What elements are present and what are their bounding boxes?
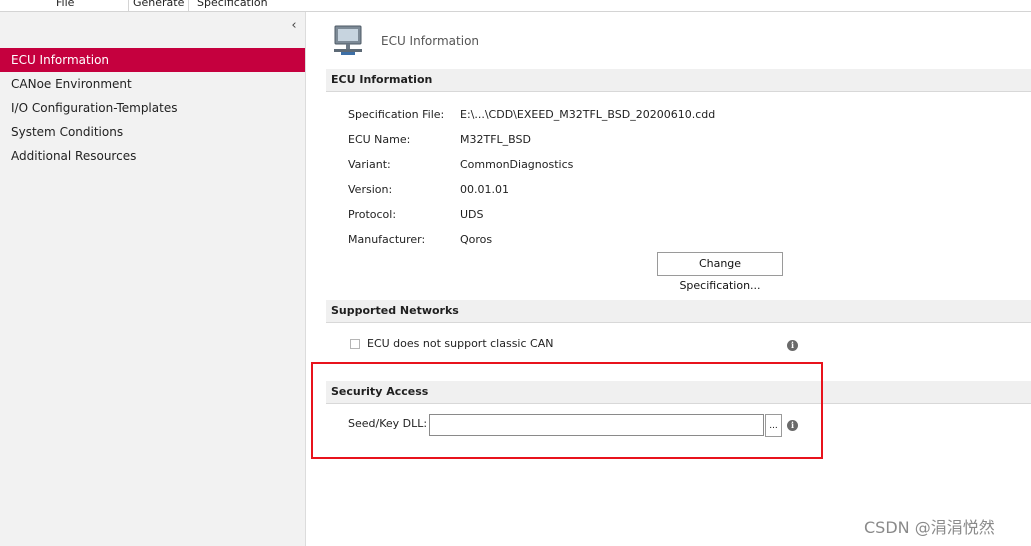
spec-file-label: Specification File:	[348, 108, 445, 121]
info-icon[interactable]: i	[787, 420, 798, 431]
sidebar-item-system-conditions[interactable]: System Conditions	[0, 120, 305, 144]
sidebar-item-additional-resources[interactable]: Additional Resources	[0, 144, 305, 168]
seed-key-dll-input[interactable]	[429, 414, 764, 436]
protocol-value: UDS	[460, 208, 484, 221]
info-icon[interactable]: i	[787, 340, 798, 351]
sidebar: ‹ ECU Information CANoe Environment I/O …	[0, 12, 306, 546]
protocol-label: Protocol:	[348, 208, 397, 221]
spec-file-value: E:\...\CDD\EXEED_M32TFL_BSD_20200610.cdd	[460, 108, 716, 121]
manufacturer-label: Manufacturer:	[348, 233, 426, 246]
tab-generate[interactable]: Generate	[128, 0, 190, 11]
tab-specification[interactable]: Specification	[193, 0, 272, 11]
browse-dll-button[interactable]: ...	[765, 414, 782, 437]
main-panel: ECU Information ECU Information Specific…	[306, 12, 1031, 546]
page-title: ECU Information	[381, 34, 480, 48]
manufacturer-value: Qoros	[460, 233, 493, 246]
seed-key-dll-label: Seed/Key DLL:	[348, 417, 428, 430]
ecu-name-value: M32TFL_BSD	[460, 133, 531, 146]
sidebar-item-io-configuration-templates[interactable]: I/O Configuration-Templates	[0, 96, 305, 120]
section-ecu-information: ECU Information	[326, 69, 1031, 92]
section-supported-networks: Supported Networks	[326, 300, 1031, 323]
section-security-access: Security Access	[326, 381, 1031, 404]
tab-file[interactable]: File	[52, 0, 78, 11]
sidebar-item-canoe-environment[interactable]: CANoe Environment	[0, 72, 305, 96]
variant-label: Variant:	[348, 158, 391, 171]
version-label: Version:	[348, 183, 393, 196]
ecu-name-label: ECU Name:	[348, 133, 411, 146]
version-value: 00.01.01	[460, 183, 509, 196]
classic-can-checkbox-label: ECU does not support classic CAN	[367, 337, 554, 350]
watermark: CSDN @涓涓悦然	[864, 518, 995, 537]
network-computer-icon	[334, 25, 362, 55]
classic-can-checkbox[interactable]	[350, 339, 360, 349]
change-specification-button[interactable]: Change Specification...	[657, 252, 783, 292]
collapse-sidebar-icon[interactable]: ‹	[286, 18, 302, 34]
sidebar-item-ecu-information[interactable]: ECU Information	[0, 48, 305, 72]
variant-value: CommonDiagnostics	[460, 158, 574, 171]
ribbon-tab-bar: File Generate Specification	[0, 0, 1031, 12]
sidebar-nav: ECU Information CANoe Environment I/O Co…	[0, 48, 305, 168]
